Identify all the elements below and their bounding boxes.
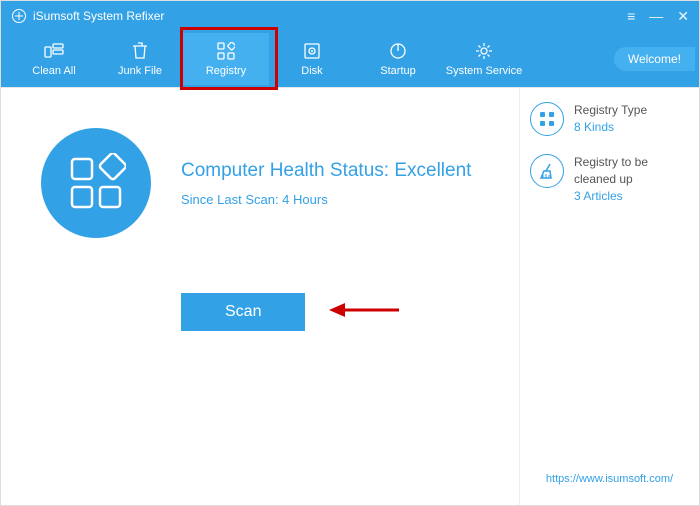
close-icon[interactable]: ✕ — [677, 8, 689, 25]
tab-disk[interactable]: Disk — [269, 33, 355, 85]
tab-label: System Service — [446, 65, 522, 77]
footer-url-link[interactable]: https://www.isumsoft.com/ — [530, 473, 689, 491]
tab-label: Registry — [206, 65, 246, 77]
clean-all-icon — [44, 41, 64, 61]
tab-clean-all[interactable]: Clean All — [11, 33, 97, 85]
app-logo-icon — [11, 8, 27, 24]
sidebar-item-registry-cleanup[interactable]: Registry to be cleaned up 3 Articles — [530, 154, 689, 204]
sidebar-item-subtitle: 3 Articles — [574, 188, 689, 205]
titlebar: iSumsoft System Refixer ≡ — ✕ — [1, 1, 699, 31]
broom-icon — [530, 154, 564, 188]
junk-file-icon — [130, 41, 150, 61]
system-service-icon — [474, 41, 494, 61]
main-toolbar: Clean All Junk File Registry Disk Start — [1, 31, 699, 87]
last-scan-text: Since Last Scan: 4 Hours — [181, 192, 471, 207]
main-panel: Computer Health Status: Excellent Since … — [1, 88, 519, 505]
arrow-annotation-icon — [329, 300, 399, 325]
minimize-icon[interactable]: — — [649, 8, 663, 25]
tab-registry[interactable]: Registry — [183, 33, 269, 85]
startup-icon — [388, 41, 408, 61]
sidebar-item-subtitle: 8 Kinds — [574, 119, 647, 136]
tab-label: Disk — [301, 65, 322, 77]
sidebar: Registry Type 8 Kinds Registry to be cle… — [519, 88, 699, 505]
tab-label: Junk File — [118, 65, 162, 77]
tab-startup[interactable]: Startup — [355, 33, 441, 85]
grid-icon — [530, 102, 564, 136]
welcome-button[interactable]: Welcome! — [614, 47, 695, 71]
sidebar-item-registry-type[interactable]: Registry Type 8 Kinds — [530, 102, 689, 136]
scan-button[interactable]: Scan — [181, 293, 305, 331]
sidebar-item-title: Registry to be cleaned up — [574, 154, 689, 188]
registry-icon — [216, 41, 236, 61]
health-status-icon — [41, 128, 151, 238]
tab-label: Clean All — [32, 65, 75, 77]
menu-icon[interactable]: ≡ — [627, 8, 635, 25]
content-area: Computer Health Status: Excellent Since … — [1, 87, 699, 505]
sidebar-item-title: Registry Type — [574, 102, 647, 119]
tab-junk-file[interactable]: Junk File — [97, 33, 183, 85]
disk-icon — [302, 41, 322, 61]
app-title: iSumsoft System Refixer — [33, 9, 164, 23]
tab-label: Startup — [380, 65, 415, 77]
tab-system-service[interactable]: System Service — [441, 33, 527, 85]
health-status-text: Computer Health Status: Excellent — [181, 160, 471, 182]
